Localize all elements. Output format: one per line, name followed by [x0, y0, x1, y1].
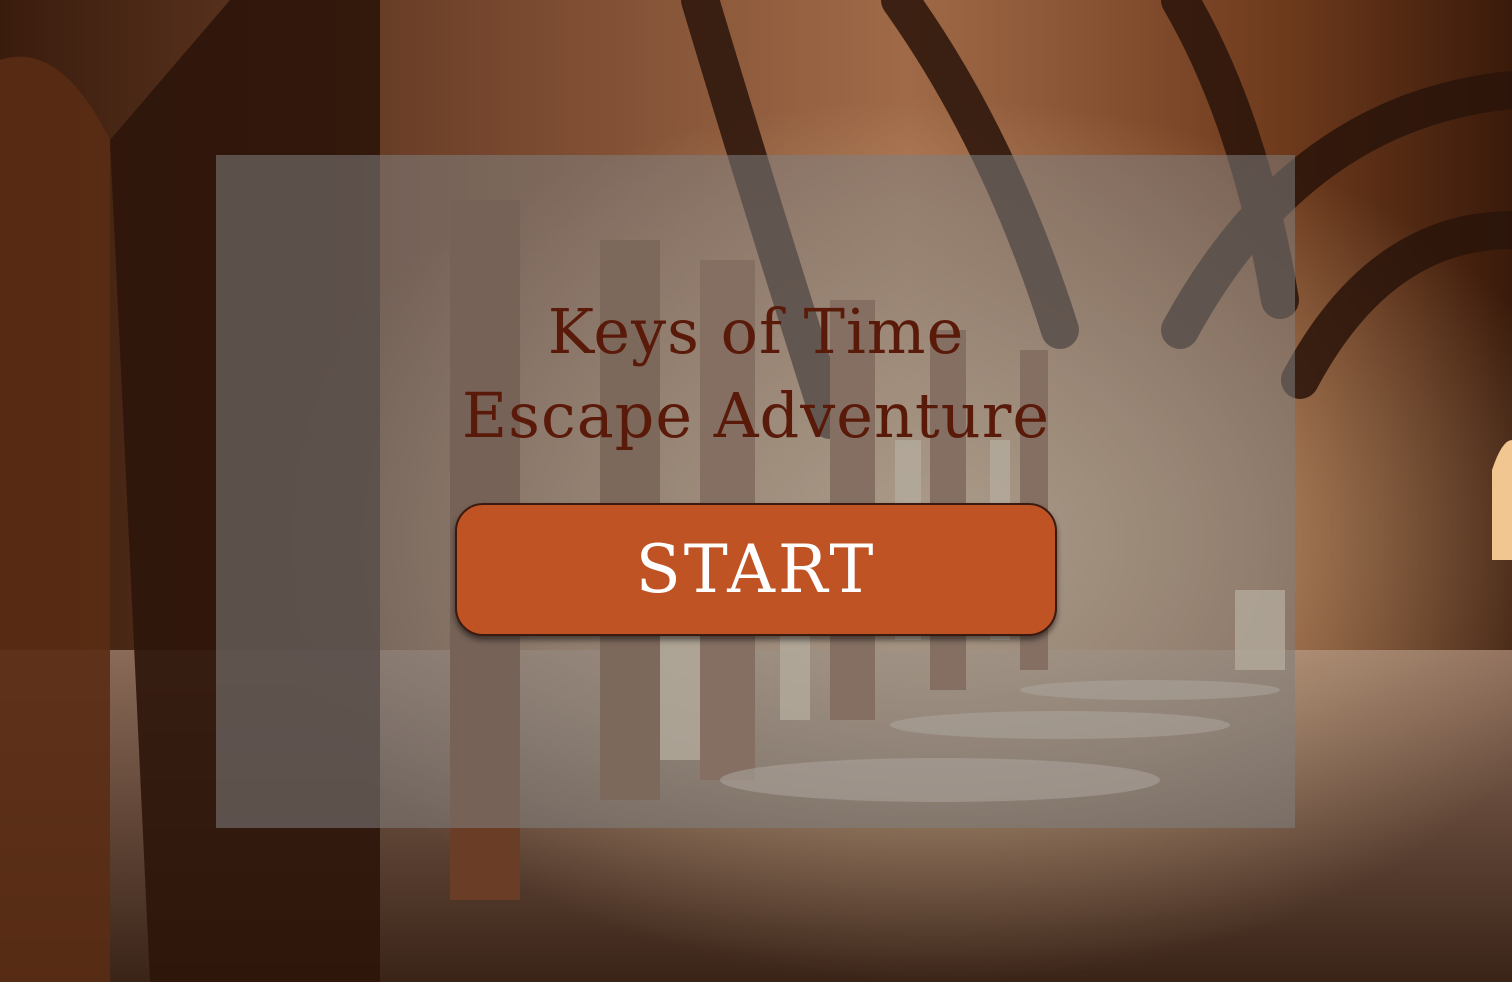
- game-title-line-1: Keys of Time: [547, 295, 965, 368]
- start-button-label: START: [635, 531, 877, 608]
- game-title: Keys of Time Escape Adventure: [0, 290, 1512, 458]
- title-panel: [216, 155, 1295, 828]
- start-button[interactable]: START: [455, 503, 1057, 636]
- game-title-line-2: Escape Adventure: [461, 379, 1051, 452]
